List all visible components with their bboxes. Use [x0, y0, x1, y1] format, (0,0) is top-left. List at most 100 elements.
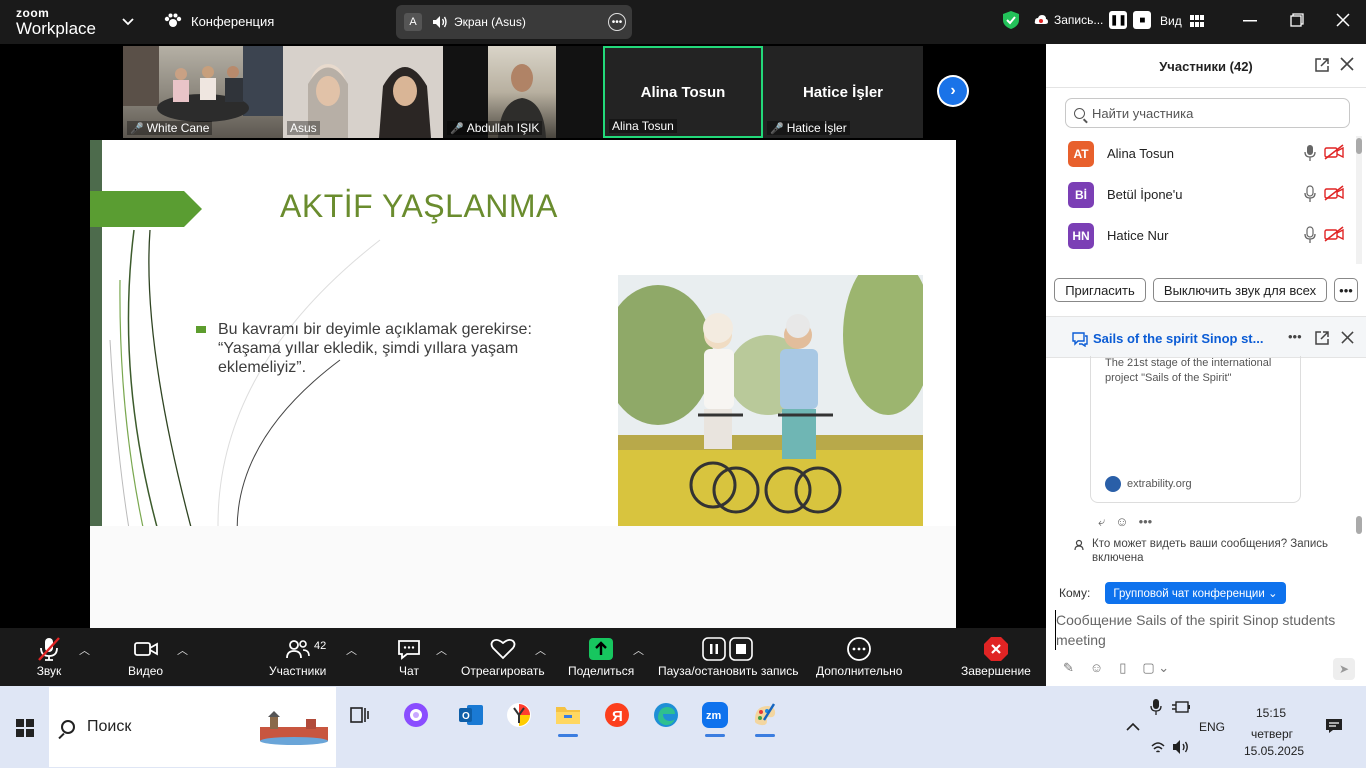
scrollbar-thumb[interactable]: [1356, 138, 1362, 154]
windows-start-icon[interactable]: [16, 719, 34, 737]
file-explorer-icon[interactable]: [549, 696, 587, 737]
video-tile-active[interactable]: Alina Tosun Alina Tosun: [603, 46, 763, 138]
participants-button[interactable]: 42 Участники: [269, 636, 326, 678]
participant-row[interactable]: AT Alina Tosun: [1046, 136, 1360, 177]
video-off-icon[interactable]: [1324, 226, 1344, 242]
format-icon[interactable]: ✎: [1063, 660, 1074, 676]
video-off-icon[interactable]: [1324, 185, 1344, 201]
screenshot-icon[interactable]: ▢ ⌄: [1142, 660, 1169, 676]
mute-all-button[interactable]: Выключить звук для всех: [1153, 278, 1327, 302]
alice-assistant-icon[interactable]: [397, 696, 435, 734]
more-button[interactable]: Дополнительно: [816, 636, 902, 678]
end-icon: [983, 637, 1008, 661]
chat-title[interactable]: Sails of the spirit Sinop st...: [1093, 331, 1263, 346]
participant-row[interactable]: HN Hatice Nur: [1046, 218, 1360, 259]
message-tools: ✎ ☺ ▯ ▢ ⌄: [1063, 660, 1169, 676]
audio-label: Звук: [36, 664, 62, 678]
chevron-up-icon[interactable]: ︿: [79, 642, 90, 658]
chevron-up-icon[interactable]: ︿: [436, 642, 447, 658]
notification-icon[interactable]: [1325, 718, 1343, 734]
zoom-app-icon[interactable]: zm: [696, 696, 734, 737]
end-meeting-button[interactable]: Завершение: [961, 636, 1031, 678]
chevron-down-icon[interactable]: [120, 12, 136, 32]
chevron-up-icon[interactable]: ︿: [177, 642, 188, 658]
video-tile[interactable]: 🎤 Abdullah IŞIK: [443, 46, 603, 138]
chevron-up-icon[interactable]: ︿: [346, 642, 357, 658]
participant-name: Betül İpone'u: [1107, 187, 1183, 202]
popout-icon[interactable]: [1314, 57, 1330, 73]
participant-search-input[interactable]: Найти участника: [1065, 98, 1350, 128]
clock-time[interactable]: 15:15: [1256, 706, 1286, 720]
shared-screen-slide: AKTİF YAŞLANMA Bu kavramı bir deyimle aç…: [90, 140, 956, 628]
search-icon: [61, 720, 75, 734]
cloud-record-icon: [1034, 15, 1048, 24]
link-preview-card[interactable]: The 21st stage of the international proj…: [1090, 356, 1301, 503]
message-more-icon[interactable]: •••: [1139, 514, 1153, 530]
video-tile[interactable]: Asus: [283, 46, 443, 138]
chat-button[interactable]: Чат: [397, 636, 421, 678]
participant-row[interactable]: Bİ Betül İpone'u: [1046, 177, 1360, 218]
view-button[interactable]: Вид: [1160, 14, 1204, 28]
yandex-icon[interactable]: Я: [598, 696, 636, 734]
video-tile[interactable]: 🎤 White Cane: [123, 46, 283, 138]
message-actions: ⤶ ☺ •••: [1098, 514, 1152, 530]
invite-button[interactable]: Пригласить: [1054, 278, 1146, 302]
mic-icon[interactable]: [1304, 226, 1316, 244]
mic-icon[interactable]: [1304, 144, 1316, 162]
avatar: HN: [1068, 223, 1094, 249]
emoji-reaction-icon[interactable]: ☺: [1115, 514, 1128, 530]
stop-record-button[interactable]: ■: [1133, 11, 1152, 29]
close-icon[interactable]: [1341, 331, 1354, 344]
battery-plug-icon[interactable]: [1172, 700, 1190, 714]
chevron-up-icon[interactable]: [1126, 722, 1140, 731]
react-button[interactable]: Отреагировать: [461, 636, 545, 678]
slide-title: AKTİF YAŞLANMA: [280, 188, 558, 224]
message-input[interactable]: Сообщение Sails of the spirit Sinop stud…: [1055, 610, 1360, 650]
mic-icon[interactable]: [1304, 185, 1316, 203]
meeting-info-button[interactable]: Конференция: [163, 13, 274, 29]
video-button[interactable]: Видео: [128, 636, 163, 678]
meeting-area: 🎤 White Cane Asus 🎤 Abdullah IŞIK Alina …: [0, 44, 1046, 628]
reply-icon[interactable]: ⤶: [1098, 514, 1105, 530]
chevron-up-icon[interactable]: ︿: [535, 642, 546, 658]
close-icon[interactable]: [1340, 57, 1354, 71]
participants-scrollbar[interactable]: [1356, 136, 1362, 264]
screen-share-pill[interactable]: A Экран (Asus) •••: [396, 5, 632, 39]
emoji-icon[interactable]: ☺: [1090, 660, 1103, 676]
logo-line1: zoom: [16, 6, 50, 20]
chevron-up-icon[interactable]: ︿: [633, 642, 644, 658]
video-tile[interactable]: Hatice İşler 🎤 Hatice İşler: [763, 46, 923, 138]
share-button[interactable]: Поделиться: [568, 636, 634, 678]
task-view-icon[interactable]: [341, 696, 379, 734]
paint-icon[interactable]: [746, 696, 784, 737]
popout-icon[interactable]: [1314, 330, 1330, 346]
chat-more-icon[interactable]: •••: [1288, 329, 1302, 344]
mic-tray-icon[interactable]: [1150, 698, 1162, 716]
yandex-browser-icon[interactable]: [500, 696, 538, 734]
next-page-button[interactable]: ›: [937, 75, 969, 107]
participants-header: Участники (42): [1046, 44, 1366, 88]
file-icon[interactable]: ▯: [1119, 660, 1126, 676]
pause-record-button[interactable]: ❚❚: [1109, 11, 1128, 29]
close-window-icon[interactable]: [1336, 13, 1350, 27]
more-options-icon[interactable]: •••: [608, 13, 626, 31]
volume-icon[interactable]: [1172, 739, 1190, 755]
audio-button[interactable]: Звук: [36, 636, 62, 678]
visibility-note[interactable]: Кто может видеть ваши сообщения? Запись …: [1074, 537, 1364, 565]
video-off-icon[interactable]: [1324, 144, 1344, 160]
minimize-icon[interactable]: [1243, 20, 1257, 22]
bullet-marker: [196, 326, 206, 333]
taskbar-search[interactable]: Поиск: [49, 687, 336, 767]
send-button[interactable]: ➤: [1333, 658, 1355, 680]
outlook-icon[interactable]: O: [452, 696, 490, 734]
tile-big-name: Hatice İşler: [802, 83, 884, 101]
restore-icon[interactable]: [1290, 13, 1304, 27]
edge-icon[interactable]: [647, 696, 685, 734]
wifi-icon[interactable]: [1150, 740, 1166, 754]
language-indicator[interactable]: ENG: [1199, 720, 1225, 734]
chat-scrollbar-thumb[interactable]: [1356, 516, 1362, 534]
participants-more-button[interactable]: •••: [1334, 278, 1358, 302]
visibility-note-text: Кто может видеть ваши сообщения? Запись …: [1092, 538, 1329, 564]
recipient-dropdown[interactable]: Групповой чат конференции ⌄: [1105, 582, 1286, 604]
pause-stop-record-button[interactable]: Пауза/остановить запись: [658, 636, 798, 678]
